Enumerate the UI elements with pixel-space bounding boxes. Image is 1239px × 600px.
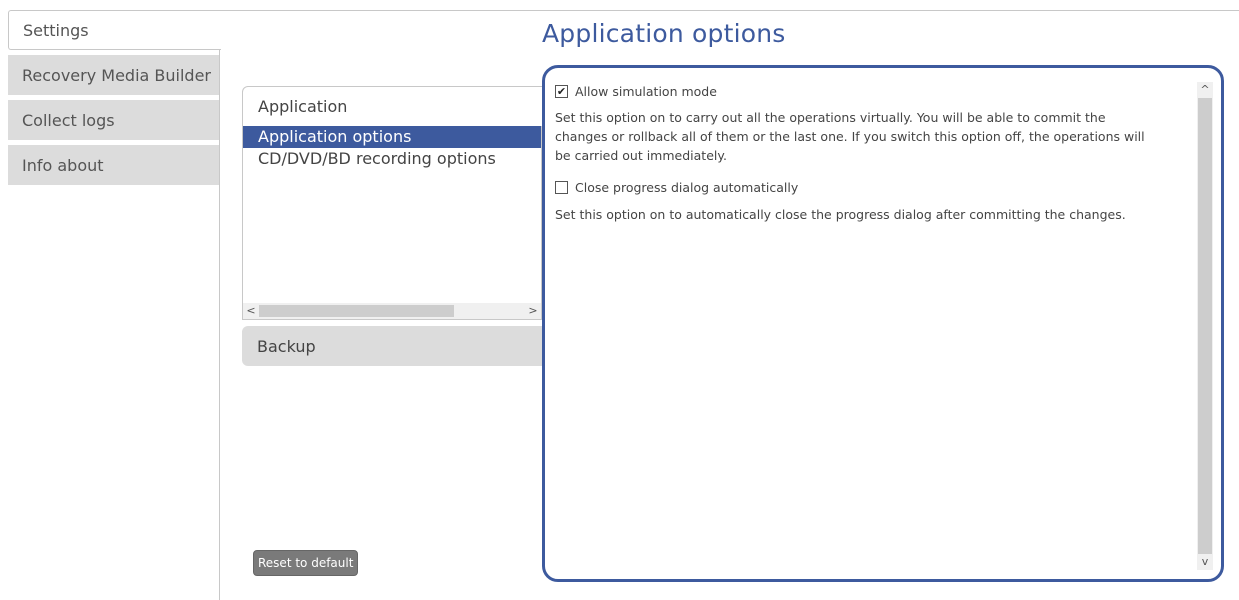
scroll-right-icon[interactable]: > <box>525 303 541 319</box>
vertical-scroll-thumb[interactable] <box>1198 98 1212 554</box>
options-panel: ✔ Allow simulation mode Set this option … <box>542 65 1224 582</box>
scroll-up-icon[interactable]: ^ <box>1197 82 1213 98</box>
vertical-scrollbar[interactable]: ^ v <box>1197 82 1213 570</box>
reset-to-default-button[interactable]: Reset to default <box>253 550 359 576</box>
tab-settings-label: Settings <box>23 20 89 40</box>
group-header-backup[interactable]: Backup <box>242 326 552 366</box>
scroll-down-icon[interactable]: v <box>1197 554 1213 570</box>
tree-item-cd-dvd-bd-recording-options[interactable]: CD/DVD/BD recording options <box>243 148 541 170</box>
tab-recovery-media-builder-label: Recovery Media Builder <box>22 65 211 85</box>
tab-settings[interactable]: Settings <box>8 10 221 50</box>
horizontal-scrollbar[interactable]: < > <box>243 303 541 319</box>
group-header-backup-label: Backup <box>257 336 316 356</box>
simulation-description: Set this option on to carry out all the … <box>555 110 1145 163</box>
tab-info-about-label: Info about <box>22 155 104 175</box>
group-header-application[interactable]: Application <box>242 86 552 126</box>
tree-list-application: Application options CD/DVD/BD recording … <box>242 126 542 320</box>
content-top-border <box>219 10 1239 11</box>
simulation-label[interactable]: Allow simulation mode <box>575 84 717 99</box>
checkmark-icon: ✔ <box>556 85 567 98</box>
tab-collect-logs-label: Collect logs <box>22 110 115 130</box>
tab-info-about[interactable]: Info about <box>8 145 219 185</box>
option-close-progress-row[interactable]: Close progress dialog automatically <box>555 180 798 195</box>
close-progress-checkbox[interactable] <box>555 181 568 194</box>
close-progress-description: Set this option on to automatically clos… <box>555 207 1126 222</box>
group-header-application-label: Application <box>258 97 348 116</box>
tab-recovery-media-builder[interactable]: Recovery Media Builder <box>8 55 219 95</box>
scroll-left-icon[interactable]: < <box>243 303 259 319</box>
page-title: Application options <box>542 19 786 48</box>
horizontal-scroll-thumb[interactable] <box>259 305 454 317</box>
option-simulation-row[interactable]: ✔ Allow simulation mode <box>555 84 717 99</box>
close-progress-label[interactable]: Close progress dialog automatically <box>575 180 798 195</box>
simulation-checkbox[interactable]: ✔ <box>555 85 568 98</box>
tree-item-application-options[interactable]: Application options <box>243 126 541 148</box>
content-left-border <box>219 49 220 600</box>
tab-collect-logs[interactable]: Collect logs <box>8 100 219 140</box>
